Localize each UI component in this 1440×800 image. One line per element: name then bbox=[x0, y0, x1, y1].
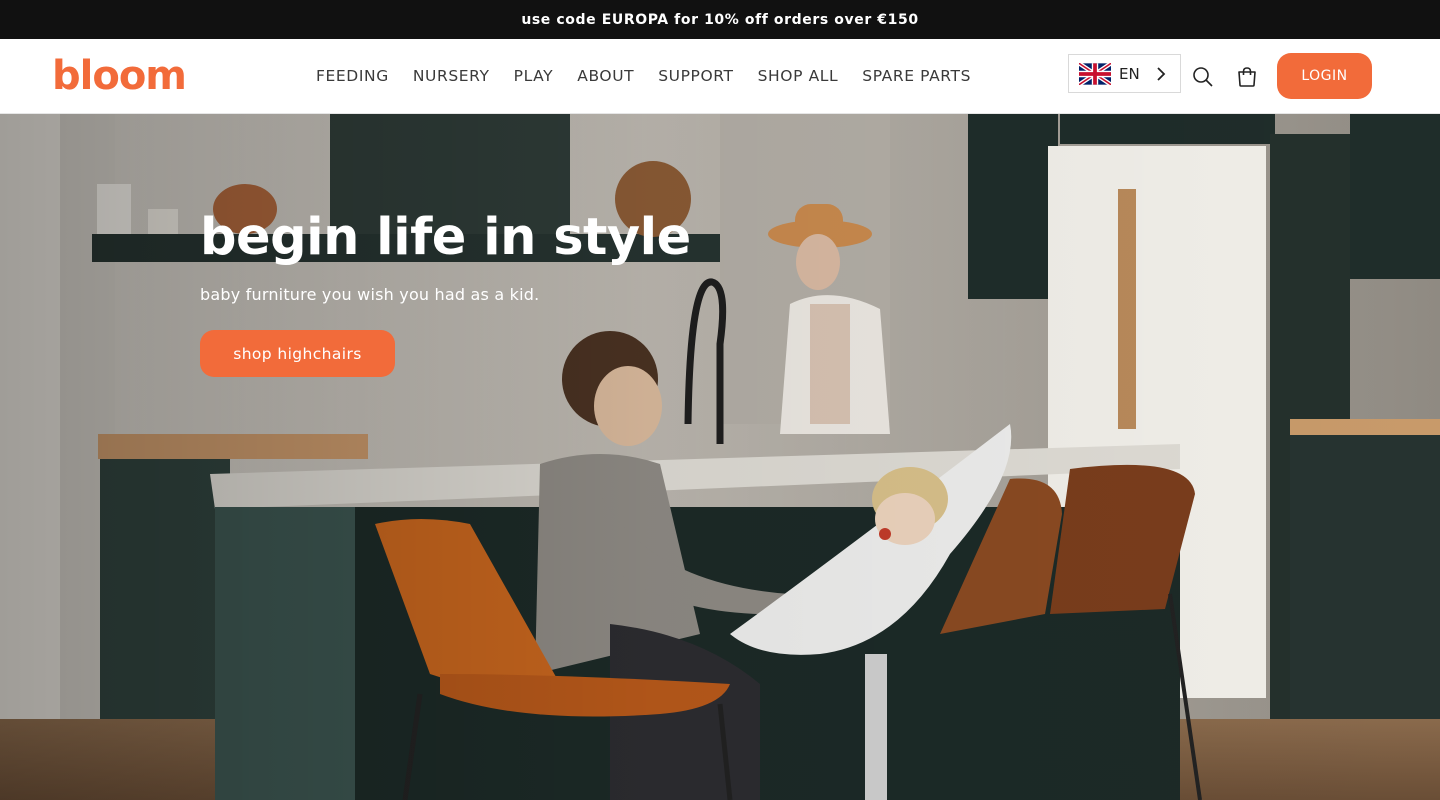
hero-subtitle: baby furniture you wish you had as a kid… bbox=[200, 285, 540, 304]
search-icon bbox=[1193, 67, 1213, 87]
nav-item-nursery[interactable]: NURSERY bbox=[401, 39, 502, 114]
hero-title: begin life in style bbox=[200, 208, 691, 267]
login-button[interactable]: LOGIN bbox=[1277, 53, 1372, 99]
nav-item-play[interactable]: PLAY bbox=[502, 39, 566, 114]
nav-item-support[interactable]: SUPPORT bbox=[646, 39, 745, 114]
main-nav: FEEDING NURSERY PLAY ABOUT SUPPORT SHOP … bbox=[304, 39, 983, 114]
nav-item-shop-all[interactable]: SHOP ALL bbox=[746, 39, 851, 114]
brand-logo[interactable]: bloom bbox=[52, 52, 187, 100]
language-selector[interactable]: EN bbox=[1068, 54, 1181, 93]
announcement-bar: use code EUROPA for 10% off orders over … bbox=[0, 0, 1440, 39]
uk-flag-icon bbox=[1079, 62, 1111, 85]
shop-highchairs-button[interactable]: shop highchairs bbox=[200, 330, 395, 377]
nav-item-feeding[interactable]: FEEDING bbox=[304, 39, 401, 114]
cart-icon bbox=[1238, 67, 1256, 87]
announcement-text: use code EUROPA for 10% off orders over … bbox=[521, 11, 919, 28]
nav-item-spare-parts[interactable]: SPARE PARTS bbox=[850, 39, 983, 114]
chevron-right-icon bbox=[1157, 67, 1166, 81]
nav-item-about[interactable]: ABOUT bbox=[565, 39, 646, 114]
search-button[interactable] bbox=[1189, 63, 1217, 91]
hero-banner: begin life in style baby furniture you w… bbox=[0, 114, 1440, 800]
site-header: bloom FEEDING NURSERY PLAY ABOUT SUPPORT… bbox=[0, 39, 1440, 114]
language-code: EN bbox=[1119, 64, 1140, 83]
cart-button[interactable] bbox=[1233, 63, 1261, 91]
